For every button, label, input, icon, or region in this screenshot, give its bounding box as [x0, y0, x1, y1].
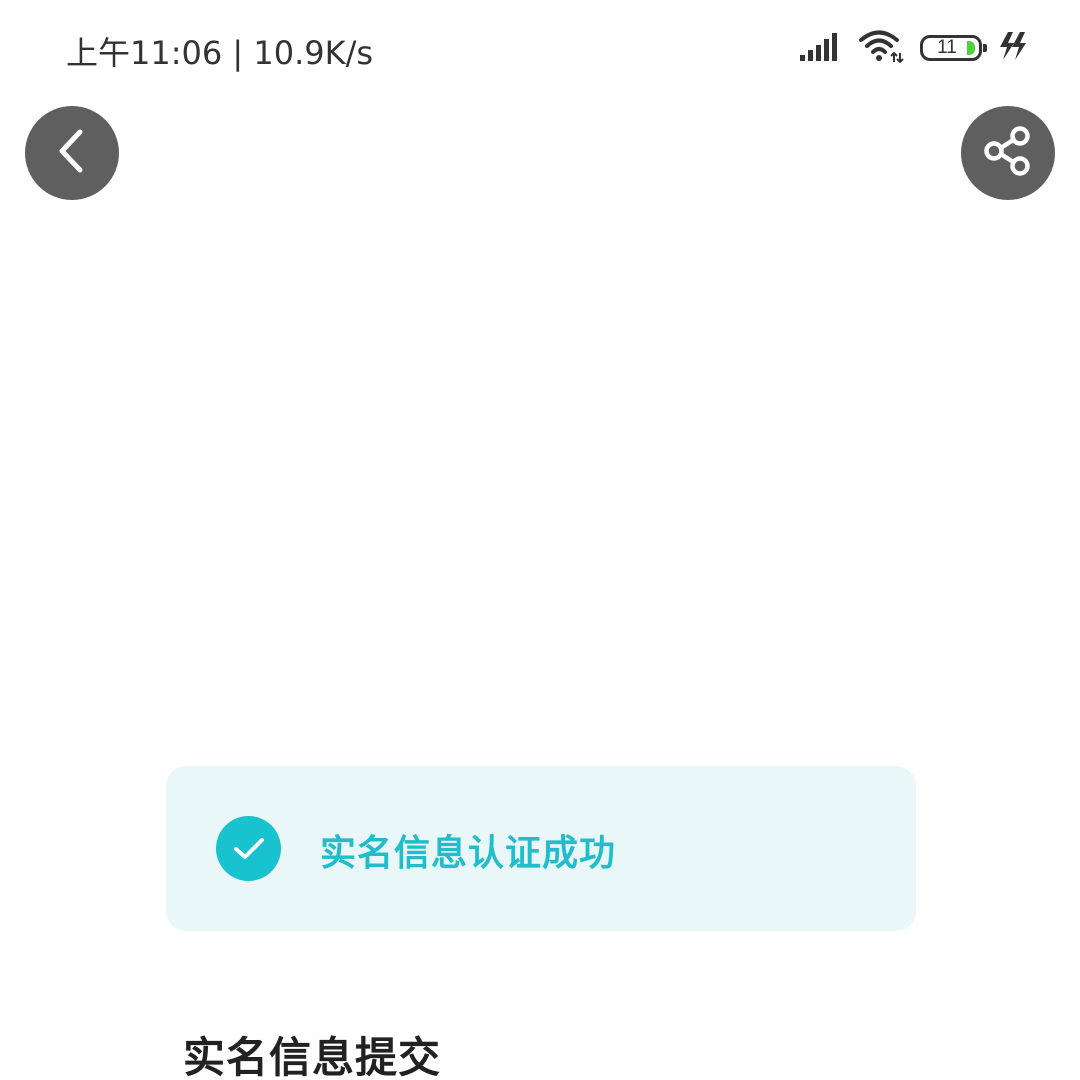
battery-icon: 11 — [920, 35, 987, 61]
section-title: 实名信息提交 — [183, 1033, 442, 1080]
back-chevron-icon — [52, 126, 92, 180]
share-button[interactable] — [961, 106, 1055, 200]
signal-icon — [800, 31, 842, 65]
battery-level: 11 — [937, 37, 957, 58]
screen: 上午11:06 | 10.9K/s 11 实名信息认证成功 实名信息提交 — [0, 0, 1080, 1080]
verification-success-card: 实名信息认证成功 — [166, 766, 916, 931]
success-message: 实名信息认证成功 — [320, 833, 617, 874]
back-button[interactable] — [25, 106, 119, 200]
battery-fill — [967, 41, 975, 55]
status-time: 上午11:06 | 10.9K/s — [66, 34, 374, 72]
charging-icon — [998, 30, 1028, 66]
battery-cap — [983, 44, 987, 52]
wifi-icon — [858, 29, 904, 67]
share-icon — [980, 123, 1036, 183]
check-icon — [216, 816, 281, 881]
status-icons: 11 — [784, 30, 1028, 66]
status-bar: 上午11:06 | 10.9K/s 11 — [0, 0, 1080, 96]
